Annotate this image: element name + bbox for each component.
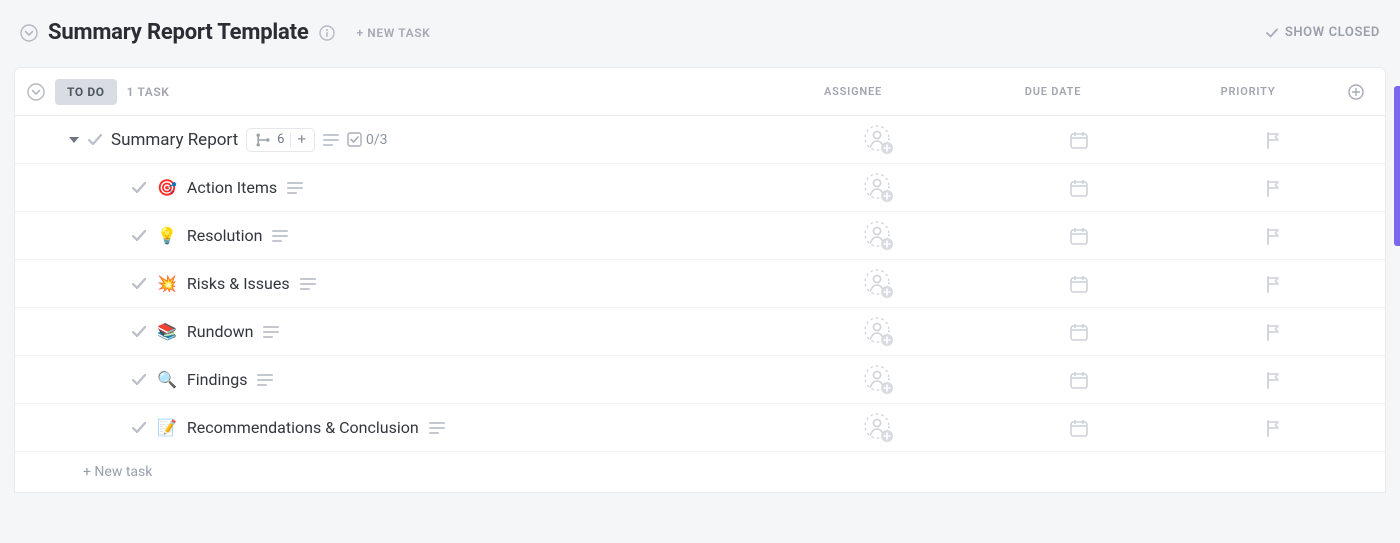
- checklist-icon: [347, 132, 362, 147]
- priority-button[interactable]: [1265, 131, 1283, 149]
- task-panel: TO DO 1 TASK ASSIGNEE DUE DATE PRIORITY …: [14, 67, 1386, 493]
- task-title: Rundown: [187, 322, 254, 341]
- column-header-assignee[interactable]: ASSIGNEE: [753, 85, 953, 98]
- subtask-row[interactable]: 📝 Recommendations & Conclusion: [15, 404, 1385, 452]
- due-date-button[interactable]: [1069, 274, 1089, 294]
- due-date-button[interactable]: [1069, 226, 1089, 246]
- task-emoji: 💡: [157, 226, 177, 245]
- priority-button[interactable]: [1265, 419, 1283, 437]
- due-date-button[interactable]: [1069, 178, 1089, 198]
- show-closed-toggle[interactable]: SHOW CLOSED: [1265, 25, 1380, 40]
- subtask-count: 6: [277, 132, 284, 147]
- show-closed-label: SHOW CLOSED: [1285, 25, 1380, 40]
- info-icon[interactable]: [319, 25, 335, 41]
- status-pill[interactable]: TO DO: [55, 79, 117, 105]
- description-icon[interactable]: [257, 373, 273, 387]
- task-title: Risks & Issues: [187, 274, 290, 293]
- checklist-indicator[interactable]: 0/3: [347, 132, 388, 148]
- collapse-icon[interactable]: [20, 24, 38, 42]
- subtask-row[interactable]: 💡 Resolution: [15, 212, 1385, 260]
- priority-button[interactable]: [1265, 275, 1283, 293]
- check-icon: [1265, 26, 1279, 40]
- task-title: Resolution: [187, 226, 263, 245]
- subtask-row[interactable]: 🎯 Action Items: [15, 164, 1385, 212]
- description-icon[interactable]: [272, 229, 288, 243]
- due-date-button[interactable]: [1069, 322, 1089, 342]
- priority-button[interactable]: [1265, 371, 1283, 389]
- column-header-priority[interactable]: PRIORITY: [1153, 85, 1343, 98]
- assignee-add-button[interactable]: [864, 317, 894, 347]
- status-check-icon[interactable]: [131, 372, 147, 388]
- list-header: Summary Report Template + NEW TASK SHOW …: [14, 16, 1386, 53]
- new-task-label: + New task: [83, 464, 152, 480]
- priority-button[interactable]: [1265, 179, 1283, 197]
- group-header: TO DO 1 TASK ASSIGNEE DUE DATE PRIORITY: [15, 68, 1385, 116]
- caret-down-icon[interactable]: [69, 135, 79, 145]
- status-check-icon[interactable]: [131, 276, 147, 292]
- task-emoji: 💥: [157, 274, 177, 293]
- task-emoji: 🎯: [157, 178, 177, 197]
- subtask-row[interactable]: 💥 Risks & Issues: [15, 260, 1385, 308]
- task-title: Findings: [187, 370, 248, 389]
- due-date-button[interactable]: [1069, 418, 1089, 438]
- description-icon[interactable]: [323, 133, 339, 147]
- collapse-group-icon[interactable]: [27, 83, 45, 101]
- column-header-due-date[interactable]: DUE DATE: [953, 85, 1153, 98]
- new-task-button[interactable]: + New task: [15, 452, 1385, 492]
- assignee-add-button[interactable]: [864, 413, 894, 443]
- checklist-count: 0/3: [366, 132, 388, 148]
- status-check-icon[interactable]: [87, 132, 103, 148]
- status-check-icon[interactable]: [131, 324, 147, 340]
- status-check-icon[interactable]: [131, 420, 147, 436]
- task-title: Action Items: [187, 178, 277, 197]
- priority-button[interactable]: [1265, 227, 1283, 245]
- subtask-tree-icon: [255, 132, 271, 148]
- assignee-add-button[interactable]: [864, 221, 894, 251]
- task-title: Recommendations & Conclusion: [187, 418, 419, 437]
- description-icon[interactable]: [263, 325, 279, 339]
- right-edge-accent: [1394, 86, 1400, 246]
- task-emoji: 📝: [157, 418, 177, 437]
- task-count-label: 1 TASK: [127, 85, 170, 99]
- due-date-button[interactable]: [1069, 130, 1089, 150]
- add-column-button[interactable]: [1343, 79, 1369, 105]
- status-check-icon[interactable]: [131, 180, 147, 196]
- task-emoji: 🔍: [157, 370, 177, 389]
- priority-button[interactable]: [1265, 323, 1283, 341]
- plus-icon: +: [297, 132, 306, 147]
- description-icon[interactable]: [287, 181, 303, 195]
- assignee-add-button[interactable]: [864, 365, 894, 395]
- subtask-row[interactable]: 📚 Rundown: [15, 308, 1385, 356]
- assignee-add-button[interactable]: [864, 173, 894, 203]
- description-icon[interactable]: [429, 421, 445, 435]
- status-check-icon[interactable]: [131, 228, 147, 244]
- subtask-pill[interactable]: 6 +: [246, 128, 315, 152]
- plus-circle-icon: [1348, 84, 1364, 100]
- new-task-header-button[interactable]: + NEW TASK: [357, 26, 431, 40]
- subtask-row[interactable]: 🔍 Findings: [15, 356, 1385, 404]
- assignee-add-button[interactable]: [864, 125, 894, 155]
- task-emoji: 📚: [157, 322, 177, 341]
- task-row[interactable]: Summary Report 6 + 0/3: [15, 116, 1385, 164]
- task-title: Summary Report: [111, 130, 238, 150]
- due-date-button[interactable]: [1069, 370, 1089, 390]
- assignee-add-button[interactable]: [864, 269, 894, 299]
- description-icon[interactable]: [300, 277, 316, 291]
- list-title: Summary Report Template: [48, 20, 309, 45]
